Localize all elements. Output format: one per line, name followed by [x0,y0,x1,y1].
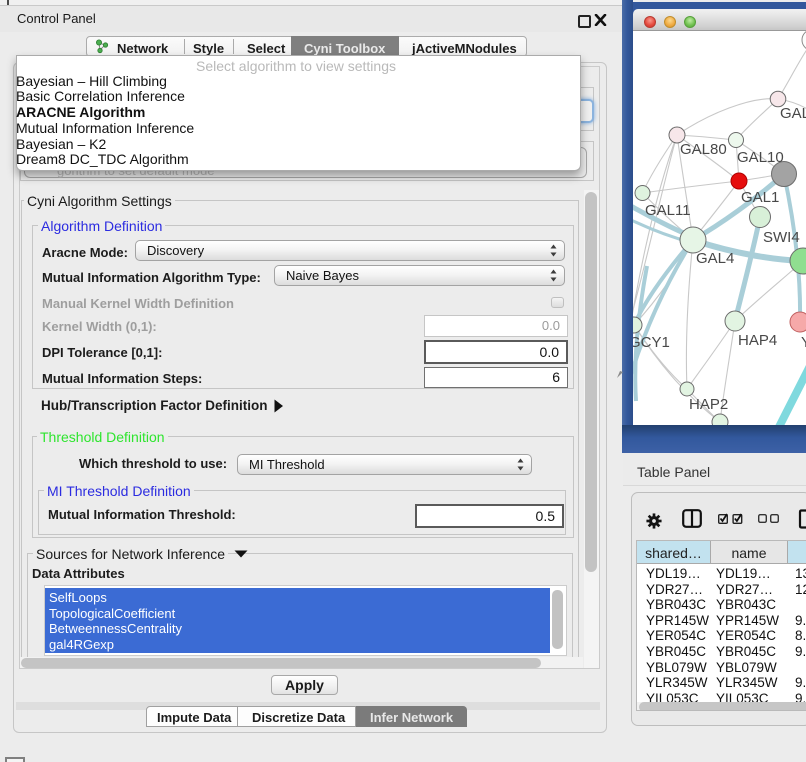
svg-text:GAL11: GAL11 [645,202,691,219]
svg-text:GAL: GAL [780,105,806,122]
svg-text:HAP4: HAP4 [738,332,777,349]
svg-text:Y: Y [801,334,806,351]
svg-text:HAP2: HAP2 [689,396,728,413]
svg-text:GAL80: GAL80 [680,141,727,158]
svg-text:GAL1: GAL1 [741,189,779,206]
svg-text:GCY1: GCY1 [633,334,670,351]
svg-text:GAL4: GAL4 [696,250,734,267]
svg-text:SWI4: SWI4 [763,229,800,246]
svg-text:GAL10: GAL10 [737,149,784,166]
